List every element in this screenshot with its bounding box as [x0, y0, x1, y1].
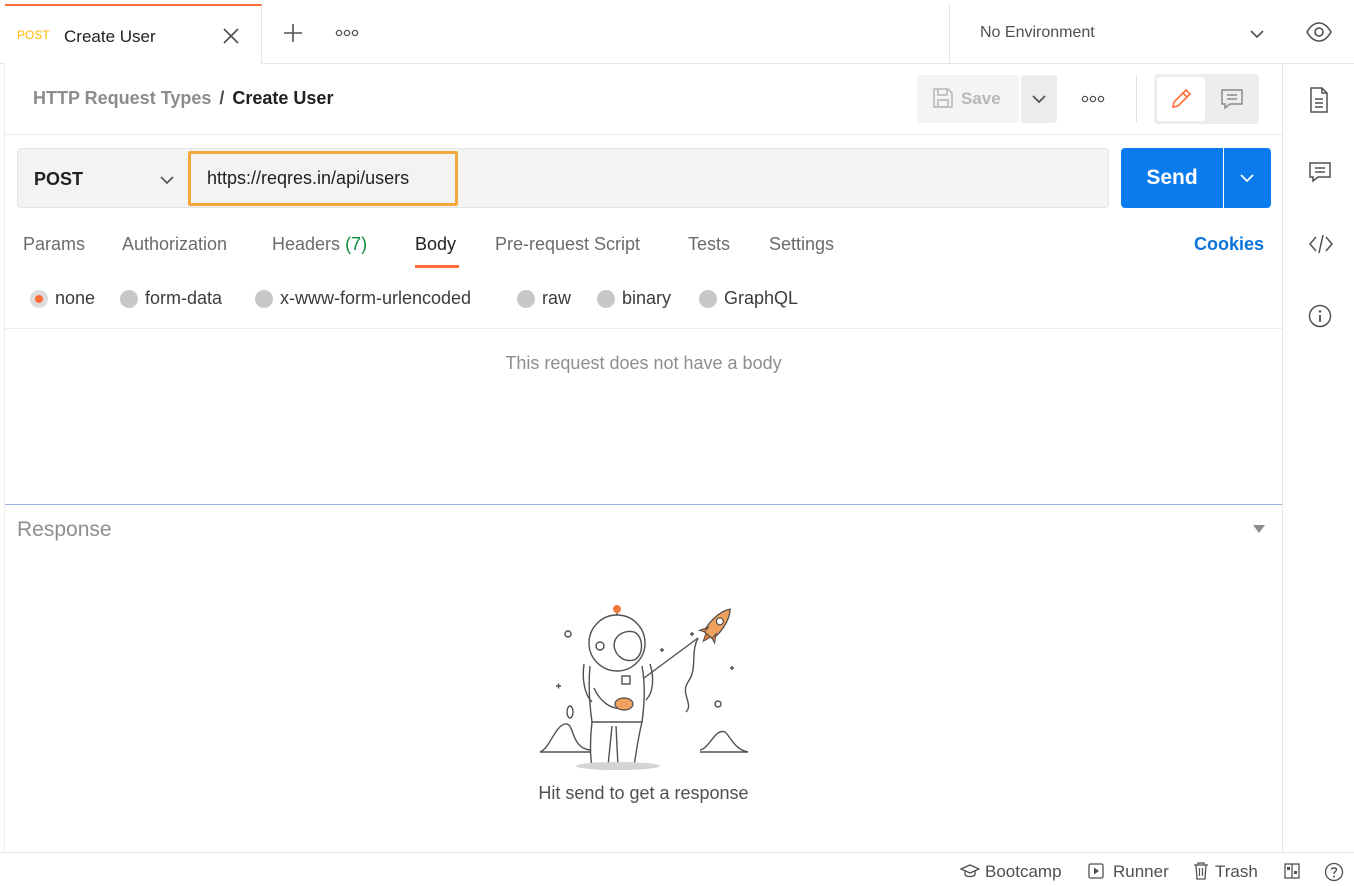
tab-params[interactable]: Params: [23, 234, 85, 255]
radio-indicator: [517, 290, 535, 308]
comment-mode-button[interactable]: [1208, 77, 1256, 121]
tab-settings[interactable]: Settings: [769, 234, 834, 255]
right-sidebar: [1282, 64, 1354, 852]
astronaut-illustration: [530, 598, 760, 778]
pencil-icon: [1169, 87, 1193, 111]
breadcrumb-request-name[interactable]: Create User: [232, 88, 333, 108]
trash-button[interactable]: Trash: [1215, 862, 1258, 882]
method-label: POST: [34, 169, 84, 189]
breadcrumb-collection[interactable]: HTTP Request Types: [33, 88, 211, 108]
chevron-down-icon: [1239, 170, 1255, 186]
caret-down-icon[interactable]: [1252, 524, 1266, 534]
documentation-icon[interactable]: [1308, 86, 1330, 114]
comment-icon: [1220, 88, 1244, 110]
request-tab[interactable]: POST Create User: [5, 4, 262, 64]
radio-indicator: [120, 290, 138, 308]
info-icon[interactable]: [1308, 304, 1332, 328]
radio-label: GraphQL: [724, 288, 799, 308]
send-button[interactable]: Send: [1121, 148, 1223, 208]
tab-headers[interactable]: Headers (7): [272, 234, 367, 255]
close-tab-icon[interactable]: [221, 26, 241, 46]
more-options-icon[interactable]: [335, 24, 359, 42]
response-title: Response: [17, 518, 112, 541]
edit-mode-button[interactable]: [1157, 77, 1205, 121]
tab-authorization[interactable]: Authorization: [122, 234, 227, 255]
cookies-link[interactable]: Cookies: [1194, 234, 1264, 255]
status-bar: Bootcamp Runner Trash: [0, 852, 1354, 886]
radio-label: x-www-form-urlencoded: [280, 288, 472, 308]
left-edge: [0, 64, 5, 852]
more-options-icon[interactable]: [1081, 90, 1105, 108]
breadcrumb-separator: /: [219, 88, 225, 108]
send-dropdown-button[interactable]: [1224, 148, 1271, 208]
help-icon[interactable]: [1324, 862, 1344, 882]
two-pane-layout-icon[interactable]: [1284, 863, 1300, 879]
radio-label: none: [55, 288, 96, 308]
graduation-cap-icon: [960, 864, 980, 880]
environment-select[interactable]: No Environment: [949, 4, 1282, 64]
tab-bar: POST Create User No Environment: [0, 0, 1354, 64]
url-input[interactable]: https://reqres.in/api/users: [207, 168, 409, 189]
save-button[interactable]: Save: [917, 75, 1019, 123]
plus-icon[interactable]: [282, 22, 304, 44]
comments-icon[interactable]: [1308, 160, 1332, 184]
method-select[interactable]: POST: [17, 148, 190, 208]
tab-method-label: POST: [17, 28, 50, 42]
active-tab-indicator: [415, 265, 459, 268]
radio-label: form-data: [145, 288, 223, 308]
radio-label: raw: [542, 288, 572, 308]
trash-icon: [1193, 862, 1209, 880]
breadcrumb: HTTP Request Types / Create User: [33, 88, 333, 109]
radio-indicator: [597, 290, 615, 308]
radio-indicator: [255, 290, 273, 308]
radio-label: binary: [622, 288, 672, 308]
divider: [5, 134, 1282, 135]
headers-count-badge: (7): [345, 234, 368, 254]
tab-headers-label: Headers: [272, 234, 341, 254]
tab-title: Create User: [64, 27, 156, 46]
save-dropdown-button[interactable]: [1021, 75, 1057, 123]
play-icon: [1088, 863, 1104, 879]
radio-indicator: [30, 290, 48, 308]
divider: [1136, 76, 1137, 122]
divider: [5, 328, 1282, 329]
pane-splitter[interactable]: [5, 504, 1282, 505]
eye-icon[interactable]: [1305, 20, 1333, 44]
chevron-down-icon: [1249, 26, 1265, 42]
chevron-down-icon: [1031, 91, 1047, 107]
radio-indicator: [699, 290, 717, 308]
chevron-down-icon: [159, 172, 175, 188]
runner-button[interactable]: Runner: [1113, 862, 1169, 882]
send-label: Send: [1146, 166, 1198, 189]
tab-pre-request-script[interactable]: Pre-request Script: [495, 234, 640, 255]
bootcamp-button[interactable]: Bootcamp: [985, 862, 1062, 882]
save-icon: [932, 87, 954, 109]
code-icon[interactable]: [1308, 232, 1334, 256]
environment-label: No Environment: [980, 24, 1095, 41]
save-label: Save: [961, 89, 1001, 108]
tab-body[interactable]: Body: [415, 234, 456, 255]
empty-response-message: Hit send to get a response: [538, 783, 749, 803]
tab-tests[interactable]: Tests: [688, 234, 730, 255]
empty-body-message: This request does not have a body: [505, 353, 782, 373]
mode-toggle: [1154, 74, 1259, 124]
